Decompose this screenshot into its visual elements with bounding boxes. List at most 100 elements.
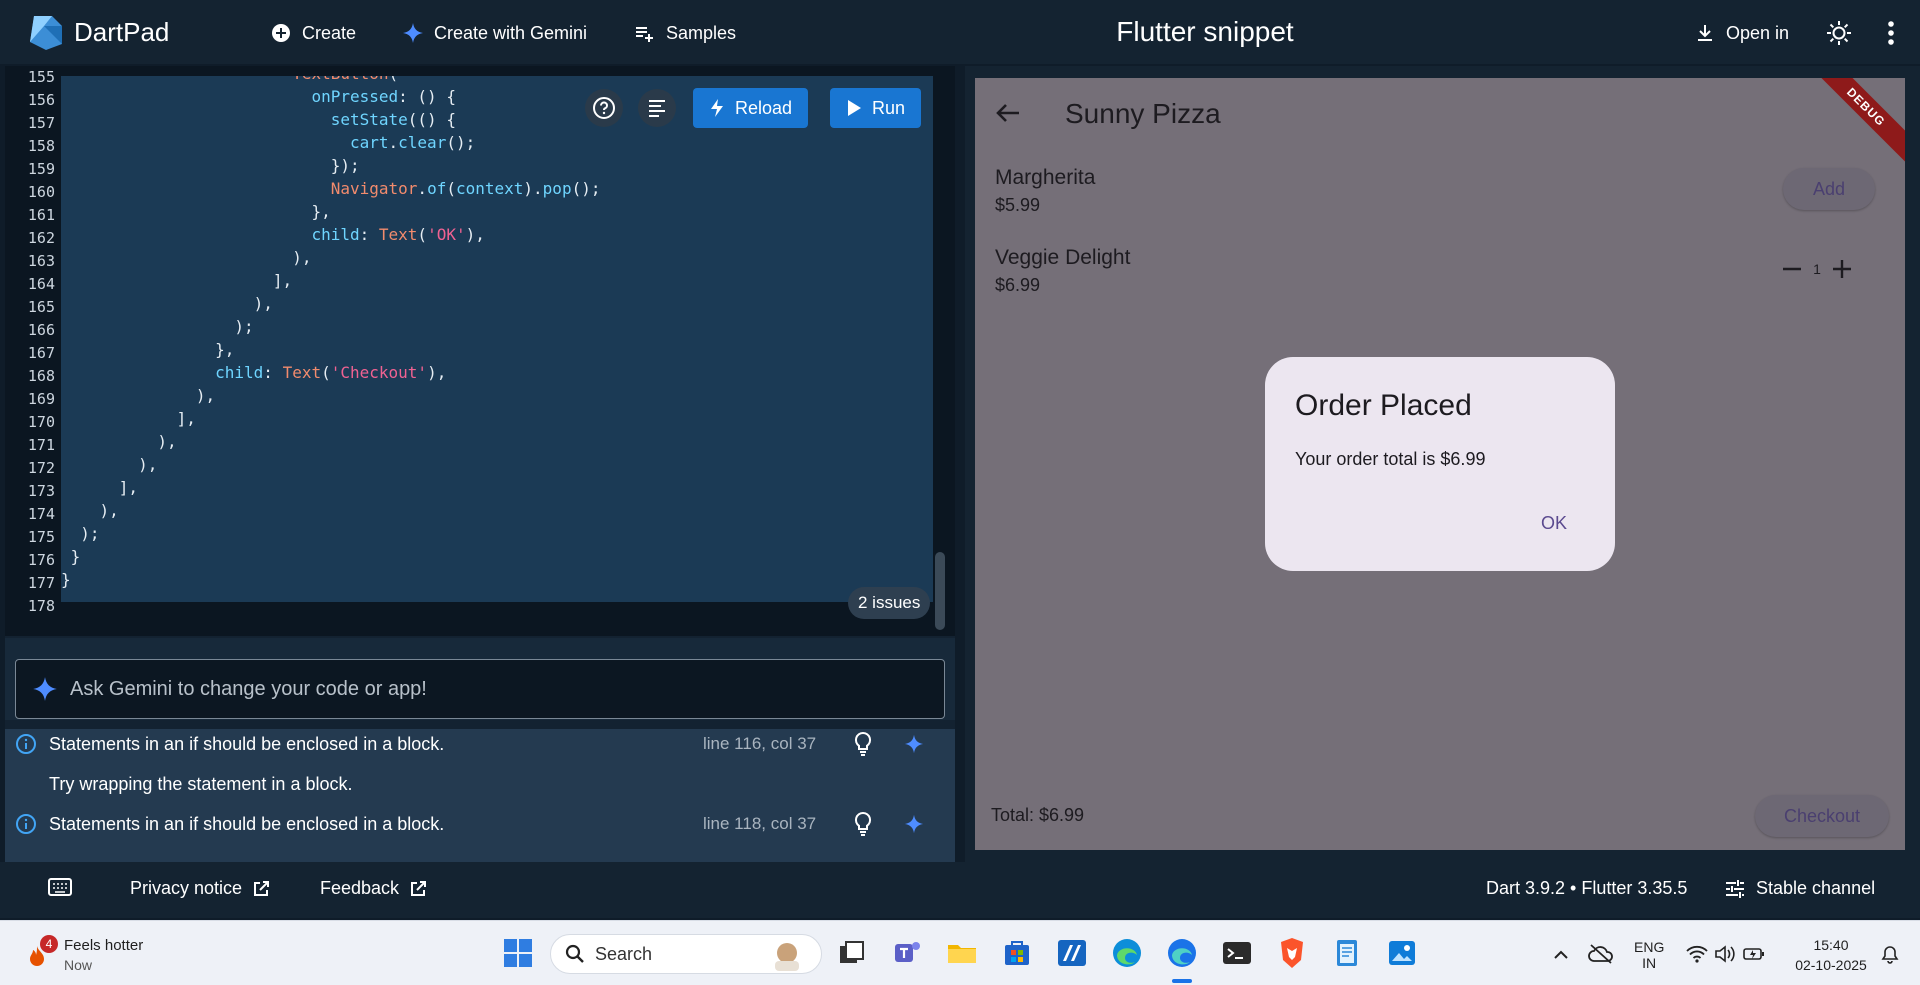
format-button[interactable] <box>638 89 676 127</box>
gemini-fix-icon[interactable] <box>904 734 924 754</box>
version-info: Dart 3.9.2 • Flutter 3.35.5 <box>1486 878 1687 899</box>
task-view-icon[interactable] <box>834 935 870 971</box>
system-clock[interactable]: 15:40 02-10-2025 <box>1786 937 1876 973</box>
line-number: 159 <box>27 160 55 178</box>
battery-charging-icon[interactable] <box>1742 945 1766 963</box>
code-line: ), <box>61 455 158 474</box>
line-number: 164 <box>27 275 55 293</box>
samples-label: Samples <box>666 22 737 43</box>
taskbar-search-label: Search <box>595 943 653 964</box>
open-in-button[interactable]: Open in <box>1694 18 1789 48</box>
wifi-icon[interactable] <box>1686 945 1708 963</box>
dialog-title: Order Placed <box>1295 389 1472 422</box>
photos-icon[interactable] <box>1384 935 1420 971</box>
microsoft-store-icon[interactable] <box>999 935 1035 971</box>
run-button[interactable]: Run <box>830 88 922 128</box>
quantity-value: 1 <box>1813 261 1821 277</box>
code-area[interactable]: TextButton( onPressed: () { setState(() … <box>61 76 933 602</box>
privacy-notice-link[interactable]: Privacy notice <box>130 878 270 899</box>
brave-browser-icon[interactable] <box>1274 935 1310 971</box>
theme-toggle-button[interactable] <box>1824 18 1854 48</box>
add-button[interactable]: Add <box>1783 168 1875 210</box>
line-number: 168 <box>27 367 55 385</box>
issues-badge[interactable]: 2 issues <box>848 587 931 619</box>
reload-button[interactable]: Reload <box>693 88 809 128</box>
back-arrow-icon[interactable] <box>991 96 1025 130</box>
line-number: 169 <box>27 390 55 408</box>
line-number: 177 <box>27 574 55 592</box>
edge-browser-active-icon[interactable] <box>1164 935 1200 971</box>
line-number: 155 <box>27 68 55 86</box>
checkout-button[interactable]: Checkout <box>1755 795 1889 837</box>
teams-icon[interactable] <box>889 935 925 971</box>
problem-row[interactable]: Statements in an if should be enclosed i… <box>5 729 955 759</box>
help-icon <box>593 97 615 119</box>
gemini-prompt-input[interactable] <box>70 677 890 701</box>
create-button[interactable]: Create <box>270 18 356 48</box>
problem-location: line 118, col 37 <box>703 814 817 833</box>
problem-hint: Try wrapping the statement in a block. <box>49 773 353 794</box>
problem-location: line 116, col 37 <box>703 734 817 753</box>
gemini-prompt-area <box>5 638 955 720</box>
menu-item-name: Margherita <box>995 166 1096 189</box>
create-with-gemini-button[interactable]: Create with Gemini <box>402 18 587 48</box>
gemini-sparkle-icon <box>33 677 57 701</box>
edge-browser-icon[interactable] <box>1109 935 1145 971</box>
minus-icon[interactable] <box>1777 254 1807 284</box>
code-line: ), <box>61 432 177 451</box>
editor-scrollbar[interactable] <box>935 552 945 630</box>
samples-button[interactable]: Samples <box>634 18 736 48</box>
problem-row[interactable]: Statements in an if should be enclosed i… <box>5 809 955 839</box>
code-lines: TextButton( onPressed: () { setState(() … <box>61 76 600 591</box>
notepad-icon[interactable] <box>1329 935 1365 971</box>
line-number: 175 <box>27 528 55 546</box>
file-explorer-icon[interactable] <box>944 935 980 971</box>
app-launcher-icon[interactable] <box>1054 935 1090 971</box>
pane-divider[interactable] <box>955 66 965 862</box>
code-editor[interactable]: 155 156 157 158 159 160 161 162 163 164 165 166 167 1… <box>5 66 955 636</box>
code-line: }); <box>61 156 360 175</box>
plus-icon[interactable] <box>1827 254 1857 284</box>
play-icon <box>848 100 861 116</box>
gemini-prompt-box[interactable] <box>15 659 945 719</box>
create-with-gemini-label: Create with Gemini <box>434 22 588 43</box>
feedback-link[interactable]: Feedback <box>320 878 427 899</box>
weather-widget[interactable]: 4 Feels hotter Now <box>28 935 158 975</box>
quick-fix-lightbulb-icon[interactable] <box>852 731 874 757</box>
more-menu-button[interactable] <box>1876 18 1906 48</box>
volume-icon[interactable] <box>1714 945 1736 963</box>
quick-fix-lightbulb-icon[interactable] <box>852 811 874 837</box>
line-number: 160 <box>27 183 55 201</box>
app-bar-title: Sunny Pizza <box>1065 98 1221 129</box>
channel-label: Stable channel <box>1756 878 1876 898</box>
code-line: ); <box>61 524 100 543</box>
open-in-new-icon <box>254 880 270 896</box>
cart-total: Total: $6.99 <box>991 805 1085 825</box>
terminal-icon[interactable] <box>1219 935 1255 971</box>
dialog-ok-button[interactable]: OK <box>1535 509 1573 538</box>
help-button[interactable] <box>585 89 623 127</box>
quantity-stepper: 1 <box>1777 254 1857 284</box>
chevron-up-icon[interactable] <box>1552 947 1570 961</box>
code-line: ], <box>61 271 293 290</box>
dialog-body: Your order total is $6.99 <box>1295 449 1486 469</box>
problem-message: Statements in an if should be enclosed i… <box>49 733 445 754</box>
onedrive-offline-icon[interactable] <box>1588 943 1614 965</box>
keyboard-shortcuts-button[interactable] <box>48 878 72 896</box>
code-line: TextButton( <box>61 76 600 85</box>
line-number: 171 <box>27 436 55 454</box>
line-number: 156 <box>27 91 55 109</box>
notifications-icon[interactable] <box>1880 945 1900 965</box>
windows-start-icon[interactable] <box>500 935 536 971</box>
language-indicator[interactable]: ENG IN <box>1634 939 1664 971</box>
flutter-app-preview[interactable]: Sunny Pizza DEBUG Margherita $5.99 Add V… <box>975 78 1905 850</box>
line-number: 157 <box>27 114 55 132</box>
gemini-fix-icon[interactable] <box>904 814 924 834</box>
os-taskbar: 4 Feels hotter Now Search ENG IN 15:40 0… <box>0 920 1920 985</box>
code-line: cart.clear(); <box>349 133 476 152</box>
channel-selector[interactable]: Stable channel <box>1724 878 1875 899</box>
taskbar-search[interactable]: Search <box>550 934 822 974</box>
line-number: 162 <box>27 229 55 247</box>
run-label: Run <box>872 97 906 118</box>
line-number: 161 <box>27 206 55 224</box>
